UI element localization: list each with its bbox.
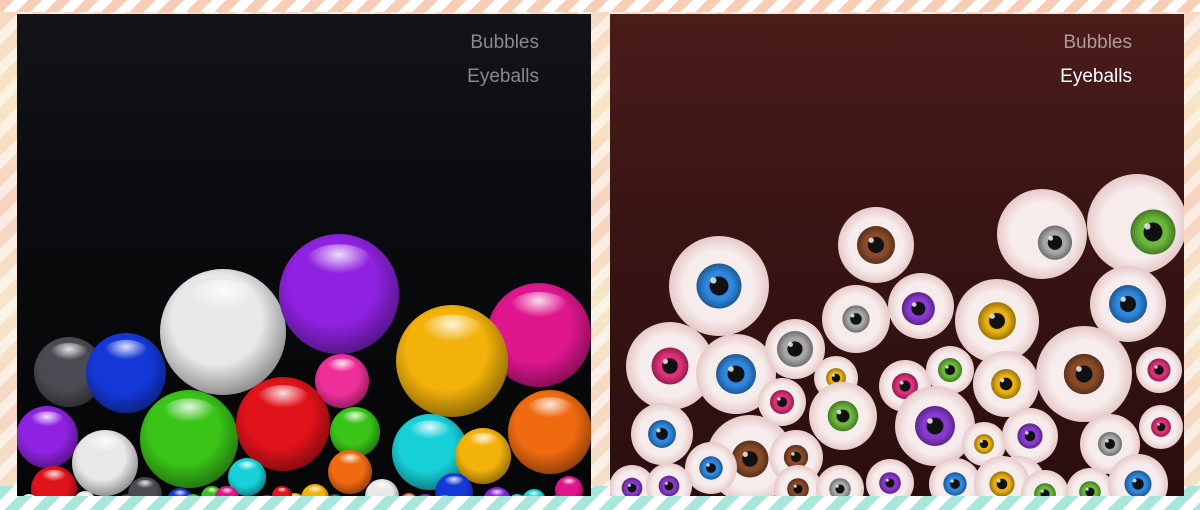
bubble-white[interactable] [72, 430, 138, 496]
bubble-red[interactable] [236, 377, 330, 471]
bubble-blue[interactable] [86, 333, 166, 413]
bubble-magenta[interactable] [215, 486, 239, 496]
eyeball-brown[interactable] [769, 430, 823, 484]
eyeball-gray[interactable] [997, 189, 1087, 279]
bubble-gray[interactable] [34, 337, 104, 407]
bubble-cyan[interactable] [508, 494, 526, 496]
bubble-blue[interactable] [435, 473, 473, 496]
menu-item-bubbles[interactable]: Bubbles [467, 26, 539, 60]
eyeball-pink[interactable] [1139, 405, 1183, 449]
eyeball-purple[interactable] [895, 386, 975, 466]
eyeball-purple[interactable] [866, 459, 914, 496]
mode-menu: Bubbles Eyeballs [1060, 26, 1132, 94]
bubble-purple[interactable] [415, 494, 435, 496]
eyeball-gray[interactable] [816, 465, 864, 496]
eyeballs-panel[interactable]: Bubbles Eyeballs [610, 14, 1184, 496]
bubble-magenta[interactable] [548, 495, 566, 496]
bubble-cyan[interactable] [392, 414, 468, 490]
eyeball-blue[interactable] [1090, 266, 1166, 342]
eyeball-gray[interactable] [1080, 414, 1140, 474]
menu-item-eyeballs[interactable]: Eyeballs [1060, 60, 1132, 94]
bubble-green[interactable] [330, 407, 380, 457]
eyeball-blue[interactable] [685, 442, 737, 494]
eyeball-brown[interactable] [774, 465, 822, 496]
eyeball-green[interactable] [809, 382, 877, 450]
eyeball-brown[interactable] [1036, 326, 1132, 422]
bubble-cyan[interactable] [228, 458, 266, 496]
bubble-cyan[interactable] [522, 489, 546, 496]
eyeball-blue[interactable] [631, 403, 693, 465]
bubble-yellow[interactable] [455, 428, 511, 484]
bubble-red[interactable] [272, 486, 292, 496]
eyeball-blue[interactable] [929, 458, 981, 496]
bubble-green[interactable] [140, 390, 238, 488]
eyeball-blue[interactable] [1108, 454, 1168, 496]
eyeball-purple[interactable] [610, 465, 655, 496]
eyeball-purple[interactable] [888, 273, 954, 339]
bubble-orange[interactable] [400, 493, 418, 496]
bubble-purple[interactable] [483, 487, 511, 496]
bubble-yellow[interactable] [285, 493, 305, 496]
bubble-white[interactable] [20, 494, 38, 496]
bubble-white[interactable] [365, 479, 399, 496]
bubble-magenta[interactable] [555, 476, 583, 496]
bubble-gray[interactable] [128, 477, 162, 496]
eyeball-pink[interactable] [879, 360, 931, 412]
eyeball-yellow[interactable] [962, 422, 1006, 466]
eyeball-pink[interactable] [758, 378, 806, 426]
eyeball-green[interactable] [1087, 174, 1184, 274]
eyeball-yellow[interactable] [814, 356, 858, 400]
bubble-yellow[interactable] [301, 484, 329, 496]
menu-item-eyeballs[interactable]: Eyeballs [467, 60, 539, 94]
bubble-white[interactable] [160, 269, 286, 395]
eyeball-green[interactable] [1066, 468, 1114, 496]
eyeball-yellow[interactable] [955, 279, 1039, 363]
bubble-purple[interactable] [17, 406, 78, 468]
eyeball-blue[interactable] [669, 236, 769, 336]
eyeball-green[interactable] [926, 346, 974, 394]
bubble-blue[interactable] [167, 488, 193, 496]
eyeball-green[interactable] [1021, 470, 1069, 496]
bubble-green[interactable] [201, 486, 223, 496]
bubble-gray[interactable] [326, 494, 344, 496]
bubble-magenta[interactable] [487, 283, 591, 387]
eyeball-brown[interactable] [838, 207, 914, 283]
bubble-red[interactable] [31, 466, 77, 496]
mode-menu: Bubbles Eyeballs [467, 26, 539, 94]
eyeball-gray[interactable] [822, 285, 890, 353]
bubble-orange[interactable] [328, 450, 372, 494]
menu-item-bubbles[interactable]: Bubbles [1060, 26, 1132, 60]
bubble-gray[interactable] [117, 494, 137, 496]
bubble-yellow[interactable] [396, 305, 508, 417]
eyeball-yellow[interactable] [974, 456, 1030, 496]
bubble-orange[interactable] [508, 390, 591, 474]
background-top-stripes [0, 0, 1200, 12]
bubble-white[interactable] [74, 491, 96, 496]
eyeball-pink[interactable] [1136, 347, 1182, 393]
bubble-red[interactable] [258, 495, 276, 496]
bubble-purple[interactable] [519, 494, 535, 496]
bubble-green[interactable] [183, 494, 203, 496]
eyeball-brown[interactable] [706, 415, 794, 496]
bubble-orange[interactable] [436, 495, 454, 496]
eyeball-purple[interactable] [1002, 408, 1058, 464]
eyeball-gray[interactable] [765, 319, 825, 379]
bubble-purple[interactable] [279, 234, 399, 354]
bubbles-panel[interactable]: Bubbles Eyeballs [17, 14, 591, 496]
eyeball-blue[interactable] [696, 334, 776, 414]
eyeball-green[interactable] [990, 456, 1046, 496]
bubble-pink[interactable] [315, 354, 369, 408]
eyeball-pink[interactable] [626, 322, 714, 410]
eyeball-yellow[interactable] [973, 351, 1039, 417]
eyeball-purple[interactable] [646, 463, 692, 496]
